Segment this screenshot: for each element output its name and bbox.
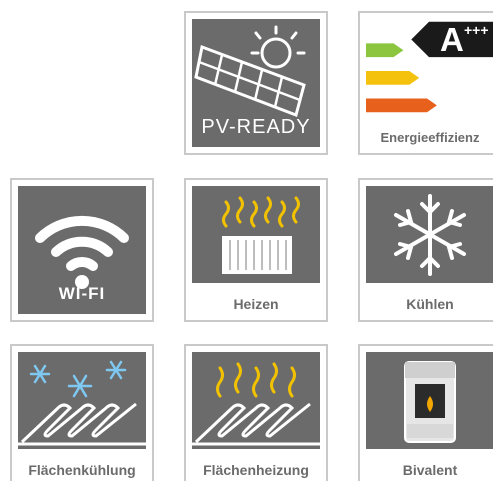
- wifi-tile: WI-FI: [10, 178, 154, 322]
- heizen-tile: Heizen: [184, 178, 328, 322]
- flaechenkuehlung-tile: Flächenkühlung: [10, 344, 154, 481]
- floor-cooling-icon: [18, 360, 146, 446]
- energy-rating-letter: A: [440, 21, 464, 58]
- pv-ready-label: PV-READY: [201, 116, 311, 138]
- stove-icon: [404, 361, 456, 443]
- bivalent-tile: Bivalent: [358, 344, 493, 481]
- radiator-heat-icon: [222, 196, 300, 274]
- energy-efficiency-caption: Energieeffizienz: [380, 130, 480, 145]
- snowflake-icon: [394, 194, 466, 276]
- wifi-label: WI-FI: [58, 284, 106, 303]
- flaechenheizung-panel: [192, 352, 320, 449]
- pv-ready-panel: PV-READY: [192, 19, 320, 147]
- energy-efficiency-tile: A +++ Energieeffizienz: [358, 11, 493, 155]
- heizen-panel: [192, 186, 320, 283]
- pv-ready-tile: PV-READY: [184, 11, 328, 155]
- flaechenkuehlung-caption: Flächenkühlung: [28, 462, 136, 478]
- flaechenkuehlung-panel: [18, 352, 146, 449]
- kuehlen-tile: Kühlen: [358, 178, 493, 322]
- energy-rating-plus: +++: [464, 22, 489, 38]
- flaechenheizung-tile: Flächenheizung: [184, 344, 328, 481]
- flaechenheizung-caption: Flächenheizung: [203, 462, 309, 478]
- floor-heating-icon: [192, 362, 320, 446]
- wifi-panel: WI-FI: [18, 186, 146, 314]
- kuehlen-caption: Kühlen: [406, 296, 454, 312]
- kuehlen-panel: [366, 186, 493, 283]
- heizen-caption: Heizen: [233, 296, 279, 312]
- bivalent-panel: [366, 352, 493, 449]
- energy-label-panel: A +++: [366, 19, 493, 116]
- bivalent-caption: Bivalent: [402, 462, 458, 478]
